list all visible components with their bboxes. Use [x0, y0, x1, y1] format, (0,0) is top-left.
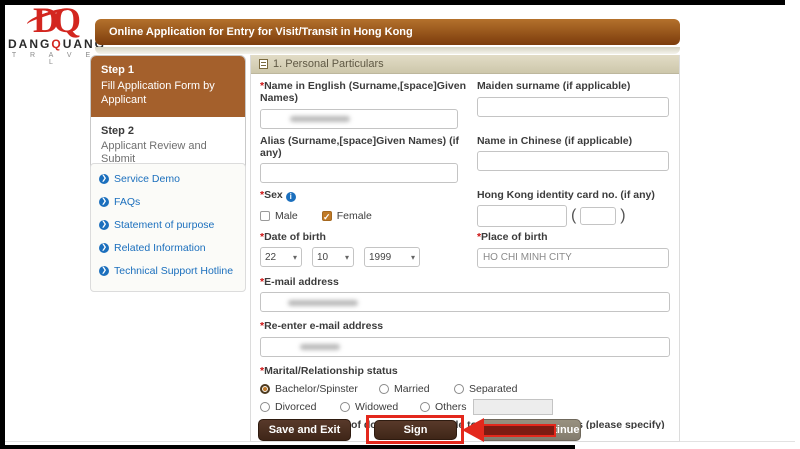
sidebar-item-related-information[interactable]: ❯ Related Information: [99, 242, 237, 254]
arrow-tail: [484, 423, 556, 437]
arrow-circle-icon: ❯: [99, 197, 109, 207]
marital-separated-radio[interactable]: [454, 383, 464, 394]
email-label: *E-mail address: [260, 275, 339, 288]
step-1-active: Step 1 Fill Application Form by Applican…: [91, 56, 245, 117]
marital-widowed-radio[interactable]: [340, 401, 350, 412]
marital-others-radio[interactable]: [420, 401, 430, 412]
pob-input[interactable]: [476, 247, 669, 268]
arrow-circle-icon: ❯: [99, 243, 109, 253]
hkid-input[interactable]: [476, 205, 567, 227]
hkid-paren-close: ): [620, 207, 626, 224]
sex-male-label: Male: [275, 210, 298, 222]
marital-others-label: Others: [435, 400, 467, 413]
sidebar-links-panel: ❯ Service Demo ❯ FAQs ❯ Statement of pur…: [90, 163, 246, 292]
name-english-label: *Name in English (Surname,[space]Given N…: [260, 80, 466, 104]
redacted-text: [290, 116, 350, 122]
marital-others-input[interactable]: [472, 398, 553, 415]
hkid-label: Hong Kong identity card no. (if any): [476, 189, 655, 201]
dob-year-select[interactable]: 1999 ▾: [364, 247, 420, 267]
email-confirm-label: *Re-enter e-mail address: [260, 320, 384, 332]
chevron-down-icon: ▾: [292, 252, 297, 262]
arrow-circle-icon: ❯: [99, 266, 109, 276]
name-chinese-input[interactable]: [476, 151, 669, 171]
sex-female-label: Female: [336, 210, 372, 222]
hkid-paren-open: (: [570, 207, 577, 224]
sex-female-checkbox[interactable]: ✓: [321, 211, 332, 222]
chevron-down-icon: ▾: [410, 252, 415, 262]
chevron-down-icon: ▾: [344, 252, 349, 262]
annotation-arrow-icon: [462, 418, 562, 442]
sex-male-checkbox[interactable]: [260, 211, 270, 221]
sidebar-item-faqs[interactable]: ❯ FAQs: [99, 196, 237, 208]
dob-label: *Date of birth: [260, 231, 326, 243]
info-icon[interactable]: i: [285, 192, 296, 202]
marital-bachelor-radio[interactable]: [260, 383, 270, 394]
maiden-surname-label: Maiden surname (if applicable): [476, 80, 631, 92]
alias-label: Alias (Surname,[space]Given Names) (if a…: [260, 134, 459, 159]
steps-panel: Step 1 Fill Application Form by Applican…: [90, 55, 246, 177]
marital-divorced-radio[interactable]: [260, 401, 270, 412]
arrow-head: [462, 418, 484, 442]
section-title: 1. Personal Particulars: [273, 58, 384, 70]
marital-label: *Marital/Relationship status: [260, 364, 398, 377]
form-icon: [259, 59, 268, 69]
name-chinese-label: Name in Chinese (if applicable): [476, 134, 633, 147]
sidebar-item-technical-support-hotline[interactable]: ❯ Technical Support Hotline: [99, 265, 237, 277]
dob-month-select[interactable]: 10 ▾: [312, 247, 354, 267]
marital-married-label: Married: [394, 382, 430, 395]
page-title: Online Application for Entry for Visit/T…: [95, 19, 680, 45]
redacted-text: [288, 299, 358, 306]
marital-separated-label: Separated: [469, 382, 518, 395]
marital-married-radio[interactable]: [379, 383, 389, 394]
letterbox-top: [0, 0, 785, 5]
brand-tagline: T R A V E L: [11, 52, 97, 66]
sex-label: *Sex i: [260, 189, 477, 202]
sidebar-item-service-demo[interactable]: ❯ Service Demo: [99, 173, 237, 185]
pob-label: *Place of birth: [476, 231, 548, 243]
marital-widowed-label: Widowed: [355, 400, 399, 413]
marital-divorced-label: Divorced: [275, 400, 317, 413]
arrow-circle-icon: ❯: [99, 174, 109, 184]
marital-bachelor-label: Bachelor/Spinster: [275, 382, 358, 395]
maiden-surname-input[interactable]: [476, 96, 669, 117]
annotation-highlight-box: [366, 415, 464, 444]
personal-particulars-panel: 1. Personal Particulars *Name in English…: [250, 55, 680, 442]
sidebar-item-statement-of-purpose[interactable]: ❯ Statement of purpose: [99, 219, 237, 231]
dangquang-logo: DQ DANGQUANG T R A V E L: [8, 2, 104, 66]
section-header: 1. Personal Particulars: [251, 55, 679, 74]
redacted-text: [300, 344, 340, 350]
logo-monogram: DQ: [8, 2, 100, 38]
arrow-circle-icon: ❯: [99, 220, 109, 230]
dob-day-select[interactable]: 22 ▾: [260, 247, 302, 267]
letterbox-bottom: [0, 445, 575, 449]
letterbox-left: [0, 0, 5, 449]
hkid-check-digit-input[interactable]: [580, 207, 617, 225]
alias-input[interactable]: [260, 163, 458, 183]
header-reflection: [95, 47, 680, 54]
save-and-exit-button[interactable]: Save and Exit: [258, 419, 351, 441]
